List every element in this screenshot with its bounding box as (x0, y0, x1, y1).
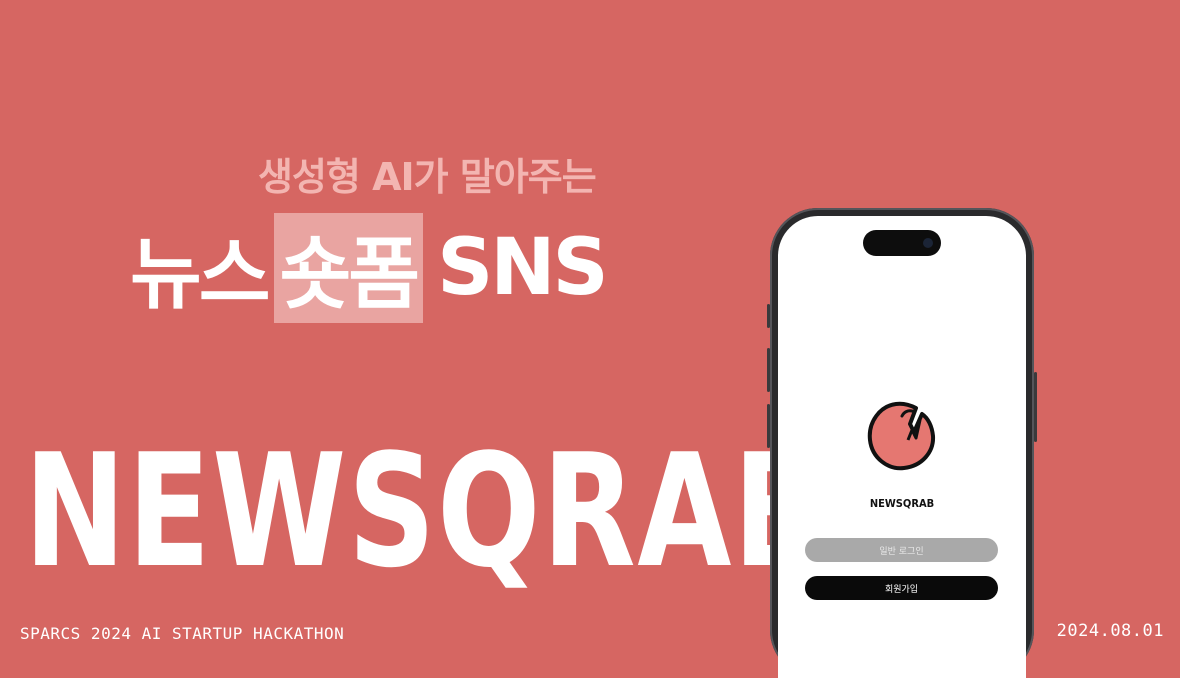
phone-screen: NEWSQRAB 일반 로그인 회원가입 (778, 216, 1026, 678)
headline: 뉴스 숏폼 SNS (130, 213, 609, 323)
login-button[interactable]: 일반 로그인 (805, 538, 998, 562)
brand-title: NEWSQRAB (24, 420, 828, 602)
signup-button[interactable]: 회원가입 (805, 576, 998, 600)
subtitle: 생성형 AI가 말아주는 (258, 155, 597, 199)
phone-mute-switch (767, 304, 770, 328)
phone-volume-up (767, 348, 770, 392)
headline-part2: SNS (437, 223, 609, 313)
phone-volume-down (767, 404, 770, 448)
phone-mockup: NEWSQRAB 일반 로그인 회원가입 (767, 208, 1037, 678)
dynamic-island (863, 230, 941, 256)
crab-claw-icon (867, 401, 936, 471)
event-date: 2024.08.01 (1056, 621, 1164, 641)
event-name: SPARCS 2024 AI STARTUP HACKATHON (20, 624, 345, 643)
headline-highlight: 숏폼 (273, 213, 424, 323)
app-name: NEWSQRAB (869, 497, 935, 510)
phone-power-button (1034, 372, 1037, 442)
headline-part1: 뉴스 (130, 230, 271, 320)
